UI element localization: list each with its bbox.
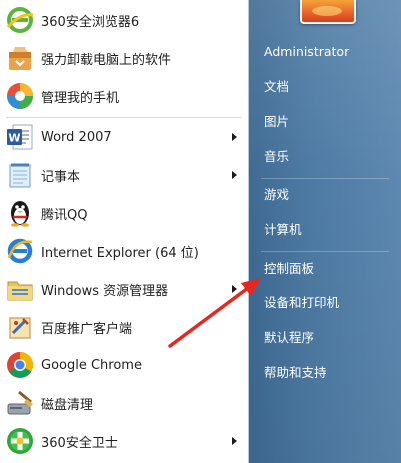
divider (261, 178, 389, 179)
qq-penguin-icon (5, 198, 35, 228)
link-music[interactable]: 音乐 (264, 146, 289, 168)
link-devices-printers[interactable]: 设备和打印机 (264, 292, 339, 314)
program-disk-cleanup[interactable]: 磁盘清理 (0, 385, 246, 421)
baidu-client-icon (5, 312, 35, 342)
program-phone-manager[interactable]: 管理我的手机 (0, 78, 246, 114)
user-avatar[interactable] (300, 0, 356, 24)
program-windows-explorer[interactable]: Windows 资源管理器 (0, 271, 246, 307)
explorer-folder-icon (5, 274, 35, 304)
program-label: 磁盘清理 (41, 397, 94, 413)
disk-cleanup-icon (5, 388, 35, 418)
program-360-security[interactable]: 360安全卫士 (0, 423, 246, 459)
program-qq[interactable]: 腾讯QQ (0, 195, 246, 231)
program-baidu-client[interactable]: 百度推广客户端 (0, 309, 246, 345)
program-label: 管理我的手机 (41, 90, 120, 106)
program-label: 360安全浏览器6 (41, 14, 140, 30)
chrome-icon (5, 350, 35, 380)
divider (6, 117, 242, 118)
submenu-arrow-icon[interactable] (232, 437, 237, 445)
divider (261, 251, 389, 252)
word-icon: W (5, 122, 35, 152)
program-label: Word 2007 (41, 129, 112, 145)
program-label: 百度推广客户端 (41, 321, 133, 337)
start-menu-right-panel: Administrator 文档 图片 音乐 游戏 计算机 控制面板 设备和打印… (249, 0, 401, 463)
program-uninstall[interactable]: 强力卸载电脑上的软件 (0, 40, 246, 76)
program-label: Internet Explorer (64 位) (41, 245, 199, 261)
link-pictures[interactable]: 图片 (264, 111, 289, 133)
phone-manager-icon (5, 81, 35, 111)
uninstall-box-icon (5, 43, 35, 73)
program-word-2007[interactable]: W Word 2007 (0, 119, 246, 155)
program-label: Google Chrome (41, 357, 142, 373)
360-security-icon (5, 426, 35, 456)
link-games[interactable]: 游戏 (264, 184, 289, 206)
360-browser-icon (5, 5, 35, 35)
program-label: 记事本 (41, 169, 81, 185)
link-help-support[interactable]: 帮助和支持 (264, 362, 327, 384)
svg-text:W: W (8, 132, 20, 145)
program-notepad[interactable]: 记事本 (0, 157, 246, 193)
program-google-chrome[interactable]: Google Chrome (0, 347, 246, 383)
submenu-arrow-icon[interactable] (232, 285, 237, 293)
submenu-arrow-icon[interactable] (232, 133, 237, 141)
programs-panel: 360安全浏览器6 强力卸载电脑上的软件 管理我的手机 W Word 2007 … (0, 0, 249, 463)
program-label: 360安全卫士 (41, 435, 118, 451)
internet-explorer-icon (5, 236, 35, 266)
link-computer[interactable]: 计算机 (264, 219, 302, 241)
submenu-arrow-icon[interactable] (232, 171, 237, 179)
program-label: 腾讯QQ (41, 207, 88, 223)
link-default-programs[interactable]: 默认程序 (264, 327, 314, 349)
program-label: 强力卸载电脑上的软件 (41, 52, 172, 68)
program-360-browser[interactable]: 360安全浏览器6 (0, 2, 246, 38)
program-label: Windows 资源管理器 (41, 283, 169, 299)
program-internet-explorer[interactable]: Internet Explorer (64 位) (0, 233, 246, 269)
notepad-icon (5, 160, 35, 190)
link-control-panel[interactable]: 控制面板 (264, 258, 314, 280)
link-documents[interactable]: 文档 (264, 76, 289, 98)
user-name-link[interactable]: Administrator (264, 41, 349, 63)
